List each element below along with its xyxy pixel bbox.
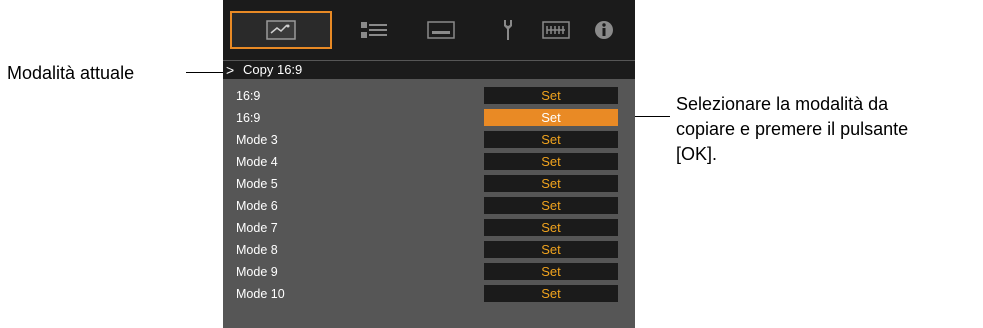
mode-label: 16:9 <box>236 89 261 103</box>
current-mode-header: > Copy 16:9 <box>223 61 635 79</box>
mode-label: Mode 9 <box>236 265 278 279</box>
tab-picture-adjust[interactable] <box>230 11 332 49</box>
tab-information[interactable] <box>581 11 627 49</box>
mode-label: Mode 6 <box>236 199 278 213</box>
mode-row[interactable]: Mode 4 Set <box>223 151 635 173</box>
mode-label: Mode 10 <box>236 287 285 301</box>
set-button[interactable]: Set <box>484 153 618 170</box>
mode-label: Mode 5 <box>236 177 278 191</box>
mode-row[interactable]: 16:9 Set <box>223 85 635 107</box>
set-button[interactable]: Set <box>484 219 618 236</box>
callout-line-1: Selezionare la modalità da <box>676 94 889 114</box>
mode-label: 16:9 <box>236 111 261 125</box>
mode-row[interactable]: Mode 9 Set <box>223 261 635 283</box>
current-mode-caret: > <box>226 62 235 78</box>
current-mode-title: Copy 16:9 <box>243 62 303 77</box>
callout-line-3: [OK]. <box>676 144 718 164</box>
mode-label: Mode 8 <box>236 243 278 257</box>
installation-icon <box>426 19 456 41</box>
mode-label: Mode 7 <box>236 221 278 235</box>
leader-line-left <box>186 72 223 73</box>
tab-installation[interactable] <box>418 11 464 49</box>
set-button[interactable]: Set <box>484 263 618 280</box>
callout-instruction: Selezionare la modalità da copiare e pre… <box>676 92 908 167</box>
mode-row[interactable]: 16:9 Set <box>223 107 635 129</box>
tab-function[interactable] <box>485 11 531 49</box>
set-button[interactable]: Set <box>484 285 618 302</box>
picture-adjust-icon <box>266 20 296 40</box>
information-icon <box>593 19 615 41</box>
mode-row[interactable]: Mode 5 Set <box>223 173 635 195</box>
menu-icon-bar <box>223 0 635 60</box>
tab-display-setup[interactable] <box>533 11 579 49</box>
osd-menu: > Copy 16:9 16:9 Set 16:9 Set Mode 3 Set Mode … <box>223 0 635 328</box>
mode-label: Mode 3 <box>236 133 278 147</box>
callout-line-2: copiare e premere il pulsante <box>676 119 909 139</box>
mode-row[interactable]: Mode 7 Set <box>223 217 635 239</box>
mode-row[interactable]: Mode 8 Set <box>223 239 635 261</box>
mode-row[interactable]: Mode 6 Set <box>223 195 635 217</box>
tab-input-signal[interactable] <box>351 11 397 49</box>
mode-label: Mode 4 <box>236 155 278 169</box>
mode-row[interactable]: Mode 10 Set <box>223 283 635 305</box>
callout-current-mode: Modalità attuale <box>7 63 135 83</box>
input-signal-icon <box>359 19 389 41</box>
set-button[interactable]: Set <box>484 87 618 104</box>
set-button[interactable]: Set <box>484 131 618 148</box>
set-button[interactable]: Set <box>484 175 618 192</box>
function-icon <box>498 18 518 42</box>
set-button[interactable]: Set <box>484 197 618 214</box>
display-setup-icon <box>541 19 571 41</box>
mode-row[interactable]: Mode 3 Set <box>223 129 635 151</box>
set-button[interactable]: Set <box>484 241 618 258</box>
set-button[interactable]: Set <box>484 109 618 126</box>
